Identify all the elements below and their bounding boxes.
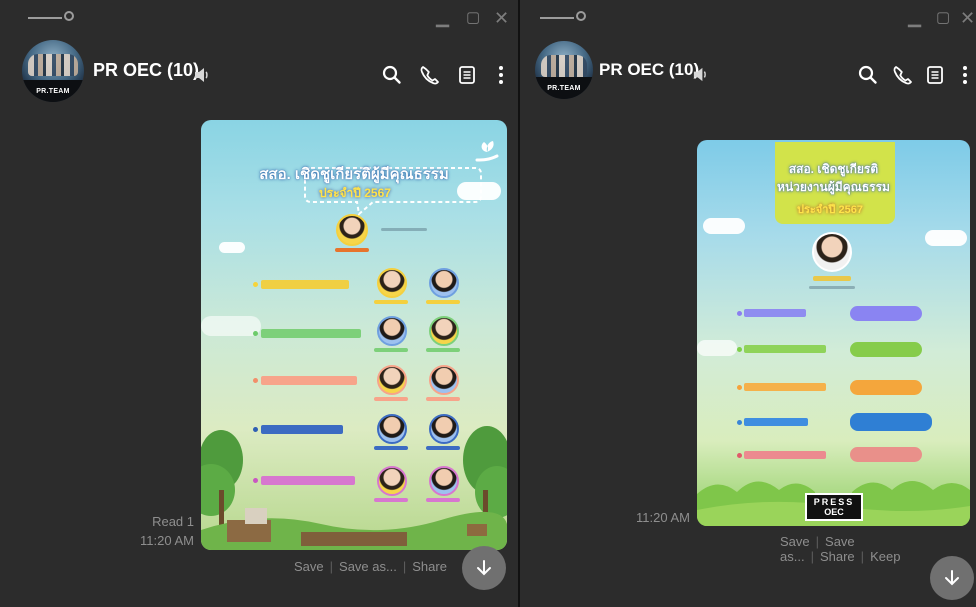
maximize-icon[interactable]: ▢ [466, 9, 480, 27]
poster-year: ประจำปี 2567 [319, 186, 391, 200]
director-photo [336, 214, 368, 246]
unit-pill [850, 306, 922, 321]
row-dot [737, 385, 742, 390]
avatar-tag: PR.TEAM [36, 88, 70, 95]
awardee-photo [377, 316, 407, 346]
speaker-icon [195, 68, 208, 82]
row-label [744, 383, 826, 391]
director-photo [812, 232, 852, 272]
minimize-icon[interactable]: ▁ [908, 9, 921, 27]
director-caption [381, 228, 427, 231]
row-label [744, 345, 826, 353]
awardee-name [374, 397, 408, 401]
awardee-photo [429, 316, 459, 346]
poster-headline-line1: สสอ. เชิดชูเกียรติ [788, 162, 879, 176]
message-time: 11:20 AM [140, 533, 194, 548]
director-name-tag [335, 248, 369, 252]
phone-icon[interactable] [891, 64, 913, 86]
pin-icon[interactable] [28, 11, 74, 21]
share-button[interactable]: Share [820, 549, 855, 564]
message-meta: 11:20 AM [620, 508, 690, 527]
chat-header: PR.TEAM PR OEC (10) [520, 38, 976, 110]
director-caption [809, 286, 855, 289]
awardee-name [374, 348, 408, 352]
awardee-name [374, 300, 408, 304]
poster-year: ประจำปี 2567 [797, 204, 863, 216]
avatar[interactable]: PR.TEAM [22, 40, 84, 102]
awardee-name [426, 397, 460, 401]
pin-icon[interactable] [540, 11, 586, 21]
avatar-tag: PR.TEAM [547, 85, 581, 92]
scroll-to-bottom-button[interactable] [462, 546, 506, 590]
notes-icon[interactable] [456, 64, 478, 86]
row-label [744, 451, 826, 459]
press-logo-line2: OEC [824, 507, 844, 517]
avatar[interactable]: PR.TEAM [535, 41, 593, 99]
title-bar[interactable]: ▁ ▢ ✕ [520, 0, 976, 36]
unit-pill [850, 380, 922, 395]
notes-icon[interactable] [924, 64, 946, 86]
unit-pill [850, 342, 922, 357]
arrow-down-icon [477, 560, 491, 576]
keep-button[interactable]: Keep [870, 549, 900, 564]
minimize-icon[interactable]: ▁ [436, 9, 449, 27]
chat-window-left: ▁ ▢ ✕ PR.TEAM PR OEC (10) สสอ. เชิดชูเกี… [0, 0, 518, 607]
row-label [261, 376, 357, 385]
message-time: 11:20 AM [636, 510, 690, 525]
search-icon[interactable] [381, 64, 403, 86]
chat-window-right: ▁ ▢ ✕ PR.TEAM PR OEC (10) สสอ. เชิดชูเกี… [520, 0, 976, 607]
close-icon[interactable]: ✕ [494, 9, 509, 27]
poster-headline-line2: หน่วยงานผู้มีคุณธรรม [777, 180, 890, 194]
awardee-photo [377, 365, 407, 395]
press-logo-line1: PRESS [813, 497, 855, 507]
save-button[interactable]: Save [780, 534, 810, 549]
row-dot [253, 378, 258, 383]
share-button[interactable]: Share [412, 559, 447, 574]
title-bar[interactable]: ▁ ▢ ✕ [0, 0, 518, 36]
read-status: Read 1 [152, 514, 194, 529]
unit-pill [850, 413, 932, 431]
chat-header: PR.TEAM PR OEC (10) [0, 38, 518, 110]
trees-illustration [201, 426, 507, 550]
awardee-photo [429, 268, 459, 298]
image-message[interactable]: สสอ. เชิดชูเกียรติ หน่วยงานผู้มีคุณธรรม … [697, 140, 970, 526]
row-dot [253, 331, 258, 336]
phone-icon[interactable] [418, 64, 440, 86]
awardee-photo [377, 268, 407, 298]
maximize-icon[interactable]: ▢ [936, 9, 950, 27]
awardee-name [426, 348, 460, 352]
press-oec-logo: PRESS OEC [805, 493, 863, 521]
chat-title[interactable]: PR OEC (10) [599, 60, 699, 80]
chat-title[interactable]: PR OEC (10) [93, 60, 199, 81]
arrow-down-icon [945, 570, 959, 586]
row-label [744, 418, 808, 426]
row-label [261, 329, 361, 338]
scroll-to-bottom-button[interactable] [930, 556, 974, 600]
row-dot [737, 420, 742, 425]
row-label [261, 280, 349, 289]
row-dot [737, 311, 742, 316]
awardee-photo [429, 365, 459, 395]
row-dot [737, 347, 742, 352]
director-name-tag [813, 276, 851, 281]
row-label [744, 309, 806, 317]
image-message[interactable]: สสอ. เชิดชูเกียรติผู้มีคุณธรรม ประจำปี 2… [201, 120, 507, 550]
row-dot [737, 453, 742, 458]
close-icon[interactable]: ✕ [960, 9, 975, 27]
more-menu-icon[interactable] [954, 64, 976, 86]
more-menu-icon[interactable] [490, 64, 512, 86]
search-icon[interactable] [857, 64, 879, 86]
row-dot [253, 282, 258, 287]
save-as-button[interactable]: Save as... [339, 559, 397, 574]
save-button[interactable]: Save [294, 559, 324, 574]
image-actions: Save | Save as... | Share [294, 559, 447, 574]
poster-headline: สสอ. เชิดชูเกียรติผู้มีคุณธรรม [259, 166, 449, 183]
awardee-name [426, 300, 460, 304]
speaker-icon [693, 67, 706, 82]
unit-pill [850, 447, 922, 462]
message-meta: Read 1 11:20 AM [110, 512, 194, 550]
